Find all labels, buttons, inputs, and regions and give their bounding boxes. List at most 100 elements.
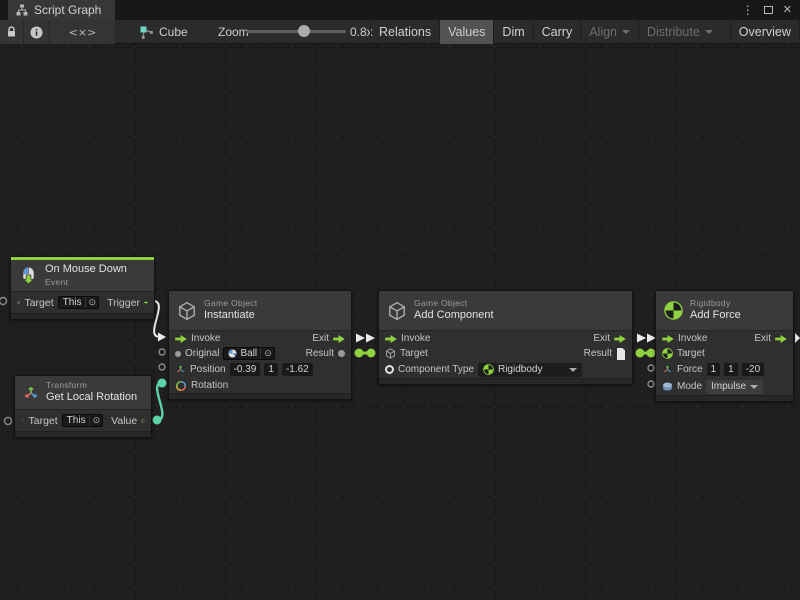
object-picker-icon[interactable]: ⊙ [85, 297, 97, 308]
node-row: Rotation [169, 378, 351, 393]
position-z-field[interactable]: -1.62 [282, 363, 313, 376]
node-footer [11, 313, 154, 319]
node-row: Position -0.39 1 -1.62 [169, 361, 351, 378]
node-get-local-rotation[interactable]: Transform Get Local Rotation Target This… [14, 375, 152, 438]
rigidbody-icon [664, 301, 683, 320]
distribute-button[interactable]: Distribute [638, 20, 721, 44]
component-type-port-icon[interactable] [385, 365, 394, 374]
data-port-in[interactable] [158, 379, 167, 388]
flow-arrow-icon[interactable] [333, 335, 345, 343]
node-header[interactable]: Rigidbody Add Force [656, 291, 793, 331]
relations-button[interactable]: Relations [370, 20, 439, 44]
flow-port-in[interactable] [366, 334, 375, 343]
force-x-field[interactable]: 1 [707, 363, 721, 376]
align-label: Align [589, 25, 617, 39]
node-add-component[interactable]: Game Object Add Component Invoke Exit Ta [378, 290, 633, 385]
zoom-slider-handle[interactable] [298, 25, 310, 37]
node-header[interactable]: Game Object Add Component [379, 291, 632, 331]
node-row: Original Ball ⊙ Result [169, 346, 351, 361]
result-port-icon[interactable] [338, 350, 345, 357]
node-category: Game Object [204, 298, 257, 309]
object-picker-icon[interactable]: ⊙ [89, 415, 101, 426]
position-axes-icon [175, 364, 186, 375]
rotation-label: Rotation [191, 380, 228, 391]
target-object-field[interactable]: This ⊙ [58, 296, 99, 309]
lock-button[interactable] [0, 20, 24, 44]
flow-arrow-icon[interactable] [144, 298, 148, 307]
port-inst-original[interactable] [159, 349, 165, 355]
game-object-icon [177, 301, 197, 321]
rotation-icon [141, 415, 145, 427]
node-add-force[interactable]: Rigidbody Add Force Invoke Exit [655, 290, 794, 402]
game-object-icon [385, 348, 396, 359]
flow-arrow-icon[interactable] [385, 335, 397, 343]
data-port-out[interactable] [636, 349, 645, 358]
original-object-field[interactable]: Ball ⊙ [223, 347, 274, 360]
target-label: Target [28, 415, 57, 427]
graph-breadcrumb[interactable]: Cube [140, 20, 188, 44]
node-header[interactable]: Transform Get Local Rotation [15, 376, 151, 410]
node-header[interactable]: On Mouse Down Event [11, 260, 154, 292]
code-view-toggle[interactable]: <×> [50, 20, 116, 44]
data-port-out[interactable] [153, 416, 162, 425]
data-port-in[interactable] [367, 349, 376, 358]
dim-button[interactable]: Dim [493, 20, 532, 44]
node-row: Invoke Exit [169, 331, 351, 346]
data-port-out[interactable] [355, 349, 364, 358]
document-icon[interactable] [616, 348, 626, 360]
node-footer [15, 431, 151, 437]
original-value: Ball [240, 348, 257, 359]
node-footer [656, 395, 793, 401]
graph-canvas[interactable]: On Mouse Down Event Target This ⊙ Trigge… [0, 44, 800, 600]
maximize-icon[interactable] [764, 6, 773, 14]
position-x-field[interactable]: -0.39 [230, 363, 261, 376]
force-y-field[interactable]: 1 [724, 363, 738, 376]
align-button[interactable]: Align [580, 20, 638, 44]
mode-dropdown[interactable]: Impulse [706, 380, 763, 394]
flow-port-in[interactable] [158, 333, 166, 342]
flow-arrow-icon[interactable] [614, 335, 626, 343]
port-omd-target[interactable] [0, 298, 7, 305]
zoom-slider[interactable] [246, 30, 346, 33]
game-object-icon [17, 297, 20, 308]
flow-arrow-icon[interactable] [775, 335, 787, 343]
port-inst-position[interactable] [159, 364, 165, 370]
port-glr-target[interactable] [5, 418, 12, 425]
values-button[interactable]: Values [439, 20, 493, 44]
data-wire [157, 383, 162, 420]
tab-script-graph[interactable]: Script Graph [8, 0, 115, 20]
force-axes-icon [662, 364, 673, 375]
node-on-mouse-down[interactable]: On Mouse Down Event Target This ⊙ Trigge… [10, 256, 155, 320]
node-instantiate[interactable]: Game Object Instantiate Invoke Exit Orig… [168, 290, 352, 400]
transform-icon [23, 385, 39, 401]
position-y-field[interactable]: 1 [264, 363, 278, 376]
graph-toolbar: <×> Cube Zoom 0.8x Relations Values Dim … [0, 20, 800, 44]
window-controls: ⋮ ✕ [742, 0, 800, 20]
graph-icon [140, 26, 153, 39]
port-force-force[interactable] [648, 365, 654, 371]
port-force-mode[interactable] [648, 381, 654, 387]
target-value: This [63, 297, 82, 308]
force-z-field[interactable]: -20 [742, 363, 764, 376]
flow-port-out[interactable] [795, 333, 800, 343]
target-object-field[interactable]: This ⊙ [62, 414, 103, 427]
flow-arrow-icon[interactable] [175, 335, 187, 343]
value-port-icon [175, 351, 181, 357]
flow-port-out[interactable] [356, 334, 365, 343]
node-header[interactable]: Game Object Instantiate [169, 291, 351, 331]
carry-button[interactable]: Carry [533, 20, 581, 44]
flow-arrow-icon[interactable] [662, 335, 674, 343]
component-type-label: Component Type [398, 364, 474, 375]
overview-button[interactable]: Overview [730, 20, 799, 44]
flow-port-out[interactable] [637, 334, 646, 343]
object-picker-icon[interactable]: ⊙ [260, 348, 272, 359]
transform-icon [21, 415, 24, 426]
component-type-dropdown[interactable]: Rigidbody [478, 363, 582, 377]
node-subtitle: Event [45, 277, 127, 288]
window-menu-icon[interactable]: ⋮ [742, 4, 754, 16]
close-icon[interactable]: ✕ [783, 5, 792, 16]
toolbar-left-group: <×> [0, 20, 116, 44]
info-button[interactable] [24, 20, 50, 44]
titlebar: Script Graph ⋮ ✕ [0, 0, 800, 20]
toolbar-buttons: Relations Values Dim Carry Align Distrib… [370, 20, 800, 44]
